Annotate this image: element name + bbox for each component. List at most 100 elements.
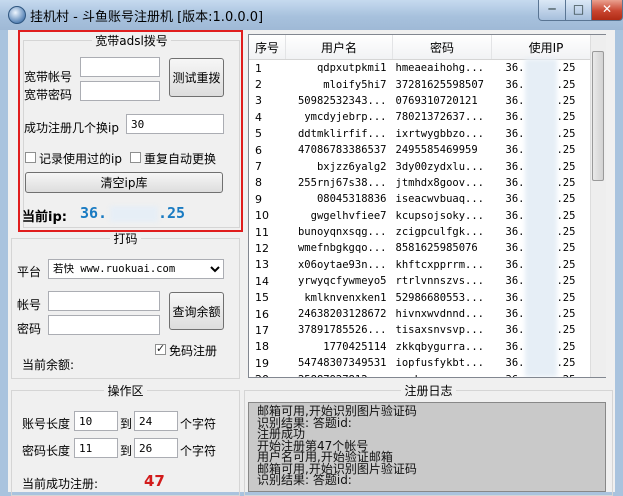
row-ip-prefix: 36. (505, 94, 525, 107)
log-textbox[interactable]: 邮箱可用,开始识别图片验证码 识别结果: 答题id: 注册成功 开始注册第47个帐号用… (248, 402, 606, 492)
row-password-cell: 3dy00zydxlu... (395, 160, 485, 173)
window-title: 挂机村 - 斗鱼账号注册机 [版本:1.0.0.0] (30, 10, 264, 25)
row-username-cell: yrwyqcfywmeyo5 (297, 275, 387, 288)
minimize-button[interactable]: ─ (538, 0, 566, 21)
column-header-ip[interactable]: 使用IP (491, 35, 601, 60)
column-header-index[interactable]: 序号 (249, 35, 286, 60)
account-length-from-input[interactable] (74, 411, 118, 431)
row-ip-prefix: 36. (505, 176, 525, 189)
row-index-cell: 9 (255, 192, 262, 206)
row-username-cell: mloify5hi7 (323, 78, 387, 91)
platform-label: 平台 (17, 265, 42, 279)
captcha-account-label: 帐号 (17, 298, 42, 312)
row-ip-suffix: .25 (556, 291, 576, 304)
table-scrollbar[interactable] (590, 35, 606, 377)
row-index-cell: 1 (255, 61, 262, 75)
row-ip-suffix: .25 (556, 242, 576, 255)
row-index-cell: 2 (255, 78, 262, 92)
log-line: 识别结果: 答题id: (257, 415, 352, 430)
row-username-cell: 47086783386537 (297, 144, 387, 157)
row-ip-prefix: 36. (505, 62, 525, 75)
row-username-cell: x06oytae93n... (297, 258, 387, 271)
row-username-cell: 1770425114 (323, 340, 387, 353)
row-index-cell: 7 (255, 160, 262, 174)
row-username-cell: bunoyqnxsqg... (297, 226, 387, 239)
maximize-button[interactable]: □ (565, 0, 592, 21)
password-length-label: 密码长度 (22, 444, 71, 458)
log-line: 识别结果: 答题id: (257, 473, 352, 487)
password-length-unit: 个字符 (180, 444, 217, 458)
row-ip-prefix: 36. (505, 308, 525, 321)
row-index-cell: 5 (255, 127, 262, 141)
repeat-switch-checkbox[interactable] (130, 152, 141, 163)
adsl-account-input[interactable] (80, 57, 160, 77)
account-length-to-input[interactable] (134, 411, 178, 431)
account-length-unit: 个字符 (180, 417, 217, 431)
account-length-label: 账号长度 (22, 417, 71, 431)
row-ip-prefix: 36. (505, 258, 525, 271)
ops-legend: 操作区 (107, 384, 144, 398)
free-captcha-checkbox[interactable] (155, 342, 166, 355)
row-password-cell: khftcxpprrm... (395, 258, 485, 271)
row-password-cell: hivnxwvdnnd... (395, 308, 485, 321)
row-ip-suffix: .25 (556, 209, 576, 222)
row-password-cell: iopfusfykbt... (395, 357, 485, 370)
table-scrollbar-thumb[interactable] (592, 51, 604, 181)
clear-ip-button[interactable]: 清空ip库 (25, 172, 223, 193)
record-ip-checkbox[interactable] (25, 152, 36, 163)
row-index-cell: 13 (255, 258, 269, 272)
platform-select[interactable]: 若快 www.ruokuai.com (48, 259, 224, 279)
adsl-password-input[interactable] (80, 81, 160, 101)
row-ip-prefix: 36. (505, 144, 525, 157)
row-ip-suffix: .25 (556, 258, 576, 271)
close-button[interactable]: ✕ (591, 0, 623, 21)
ip-redaction-blur (110, 206, 158, 222)
row-password-cell: 2495585469959 (395, 144, 478, 157)
accounts-table: 序号 用户名 密码 使用IP 1 qdpxutpkmi1 hmeaeaihohg..… (248, 34, 606, 378)
switch-ip-count-input[interactable] (126, 114, 224, 134)
row-ip-suffix: .25 (556, 78, 576, 91)
row-ip-suffix: .25 (556, 340, 576, 353)
captcha-password-input[interactable] (48, 315, 160, 335)
row-index-cell: 18 (255, 340, 269, 354)
row-username-cell: ddtmklirfif... (297, 127, 387, 140)
column-header-password[interactable]: 密码 (392, 35, 492, 60)
row-username-cell: bxjzz6yalg2 (316, 160, 387, 173)
column-header-username[interactable]: 用户名 (285, 35, 393, 60)
row-username-cell: 08045318836 (316, 193, 387, 206)
row-password-cell: 52986680553... (395, 291, 485, 304)
free-captcha-label: 免码注册 (169, 344, 218, 358)
row-index-cell: 4 (255, 110, 262, 124)
row-index-cell: 14 (255, 274, 269, 288)
row-password-cell: ixrtwygbbzo... (395, 127, 485, 140)
captcha-account-input[interactable] (48, 291, 160, 311)
row-username-cell: kmlknvenxken1 (304, 291, 387, 304)
row-username-cell: wmefnbgkgqo... (297, 242, 387, 255)
row-ip-suffix: .25 (556, 374, 575, 377)
row-password-cell: kcupsojsoky... (395, 209, 485, 222)
row-password-cell: hmeaeaihohg... (395, 62, 485, 75)
balance-label: 当前余额: (22, 358, 75, 372)
account-length-to-label: 到 (120, 417, 133, 431)
test-redial-button[interactable]: 测试重拨 (169, 58, 224, 97)
row-ip-suffix: .25 (556, 94, 576, 107)
row-password-cell: 8581625985076 (395, 242, 478, 255)
success-count-label: 当前成功注册: (22, 477, 99, 491)
captcha-legend: 打码 (113, 232, 138, 246)
client-area: 宽带adsl拨号 宽带帐号 宽带密码 测试重拨 成功注册几个换ip 记录使用过的… (8, 30, 615, 496)
row-ip-suffix: .25 (556, 193, 576, 206)
row-ip-suffix: .25 (556, 127, 576, 140)
row-ip-suffix: .25 (556, 111, 576, 124)
row-password-cell: iseacwvbuaq... (395, 193, 485, 206)
row-password-cell: muckvcovxma... (393, 371, 492, 377)
password-length-from-input[interactable] (74, 438, 118, 458)
row-ip-prefix: 36. (505, 111, 525, 124)
row-password-cell: 0769310720121 (395, 94, 478, 107)
row-password-cell: zcigpculfgk... (395, 226, 485, 239)
row-username-cell: 54748307349531 (297, 357, 387, 370)
record-ip-label: 记录使用过的ip (39, 152, 122, 166)
row-username-cell: 24638203128672 (297, 308, 387, 321)
ip-column-redaction-blur (525, 59, 557, 377)
query-balance-button[interactable]: 查询余额 (169, 292, 224, 330)
password-length-to-input[interactable] (134, 438, 178, 458)
